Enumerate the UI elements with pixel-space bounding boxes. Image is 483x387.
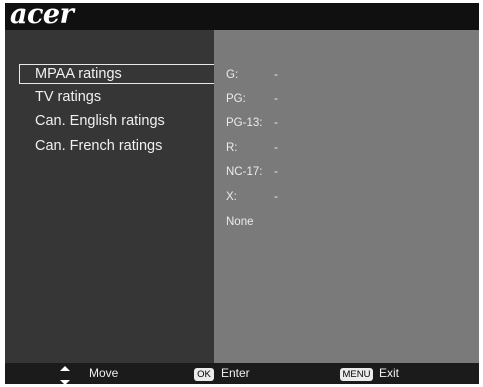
rating-row-pg[interactable]: PG: - — [226, 90, 278, 108]
rating-label: R: — [226, 142, 238, 154]
rating-row-r[interactable]: R: - — [226, 139, 278, 157]
rating-label: PG-13: — [226, 117, 263, 129]
rating-label: PG: — [226, 93, 246, 105]
rating-value: - — [274, 93, 278, 105]
menu-key-icon: MENU — [340, 368, 373, 381]
rating-row-pg-13[interactable]: PG-13: - — [226, 114, 278, 132]
title-bar: acer — [5, 3, 479, 30]
rating-value: - — [274, 166, 278, 178]
move-hint-label: Move — [89, 366, 119, 380]
rating-label: X: — [226, 191, 237, 203]
rating-value: - — [274, 69, 278, 81]
rating-row-g[interactable]: G: - — [226, 66, 278, 84]
rating-value: - — [274, 142, 278, 154]
ratings-category-menu: MPAA ratings TV ratings Can. English rat… — [5, 30, 214, 363]
rating-value: - — [274, 117, 278, 129]
ok-key-icon: OK — [194, 368, 214, 381]
exit-hint-label: Exit — [379, 366, 400, 380]
rating-row-none[interactable]: None — [226, 213, 274, 231]
acer-logo: acer — [10, 3, 74, 30]
arrow-up-icon — [60, 366, 70, 371]
menu-item-can-english-ratings[interactable]: Can. English ratings — [19, 111, 214, 131]
key-hint-footer: Move OK Enter MENU Exit — [5, 363, 479, 384]
menu-item-mpaa-ratings[interactable]: MPAA ratings — [19, 64, 214, 84]
rating-label: NC-17: — [226, 166, 263, 178]
arrow-down-icon — [60, 380, 70, 384]
enter-hint-label: Enter — [221, 366, 250, 380]
rating-label: None — [226, 216, 254, 228]
rating-row-x[interactable]: X: - — [226, 188, 278, 206]
rating-value: - — [274, 191, 278, 203]
menu-item-tv-ratings[interactable]: TV ratings — [19, 87, 214, 107]
ratings-detail-panel: G: - PG: - PG-13: - R: - NC-17: - X: - None — [214, 30, 479, 363]
menu-item-can-french-ratings[interactable]: Can. French ratings — [19, 136, 214, 156]
rating-label: G: — [226, 69, 239, 81]
osd-window: acer MPAA ratings TV ratings Can. Englis… — [5, 3, 479, 384]
rating-row-nc-17[interactable]: NC-17: - — [226, 163, 278, 181]
